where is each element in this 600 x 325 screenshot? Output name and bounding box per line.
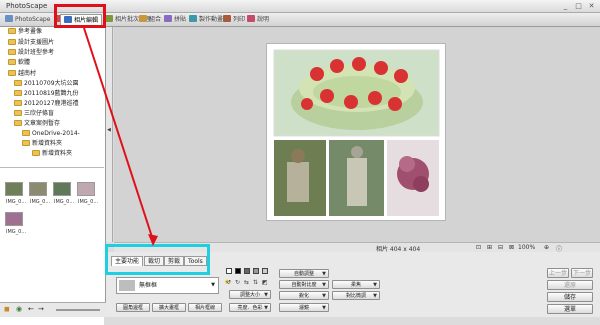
annotation-arrow bbox=[83, 27, 158, 246]
